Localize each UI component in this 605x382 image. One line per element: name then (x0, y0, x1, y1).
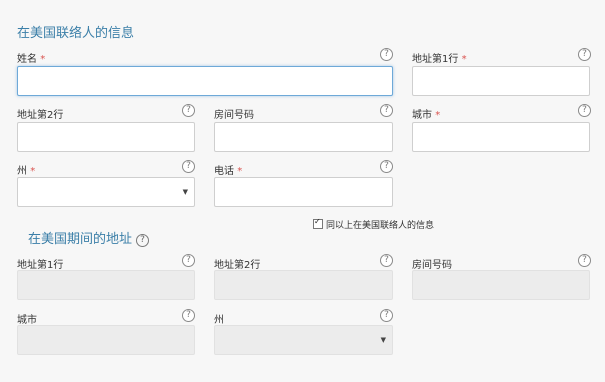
contact-city-input[interactable] (412, 122, 590, 152)
us-city-label: 城市 (17, 315, 37, 326)
contact-state-help-icon[interactable]: ? (182, 160, 195, 173)
us-addr2-input (214, 270, 393, 300)
required-mark: * (435, 110, 441, 121)
phone-input[interactable] (214, 177, 393, 207)
caret-down-icon: ▼ (182, 188, 188, 196)
us-addr2-help-icon[interactable]: ? (380, 254, 393, 267)
us-address-title-text: 在美国期间的地址 (28, 232, 133, 247)
us-state-help-icon[interactable]: ? (380, 309, 393, 322)
contact-room-input[interactable] (214, 122, 393, 152)
contact-room-label: 房间号码 (214, 110, 254, 121)
contact-addr2-label: 地址第2行 (17, 110, 64, 121)
required-mark: * (40, 54, 46, 65)
us-city-input (17, 325, 195, 355)
contact-addr2-help-icon[interactable]: ? (182, 104, 195, 117)
phone-label: 电话 * (214, 162, 242, 177)
contact-addr2-input[interactable] (17, 122, 195, 152)
contact-city-help-icon[interactable]: ? (578, 104, 591, 117)
contact-room-help-icon[interactable]: ? (380, 104, 393, 117)
us-city-help-icon[interactable]: ? (182, 309, 195, 322)
us-address-section-title: 在美国期间的地址? (28, 228, 150, 247)
name-help-icon[interactable]: ? (380, 48, 393, 61)
us-addr1-input (17, 270, 195, 300)
contact-section-title: 在美国联络人的信息 (17, 26, 135, 41)
same-as-contact-checkbox-row[interactable]: 同以上在美国联络人的信息 (313, 217, 435, 231)
checkmark-icon[interactable] (313, 217, 323, 229)
required-mark: * (237, 166, 243, 177)
contact-city-label: 城市 * (412, 106, 440, 121)
caret-down-icon: ▼ (380, 336, 386, 344)
required-mark: * (461, 54, 467, 65)
us-addr1-help-icon[interactable]: ? (182, 254, 195, 267)
us-room-help-icon[interactable]: ? (578, 254, 591, 267)
phone-label-text: 电话 (214, 166, 234, 177)
contact-addr1-label: 地址第1行 * (412, 50, 467, 65)
us-room-label: 房间号码 (412, 260, 452, 271)
us-addr1-label: 地址第1行 (17, 260, 64, 271)
contact-addr1-input[interactable] (412, 66, 590, 96)
us-room-input (412, 270, 590, 300)
required-mark: * (30, 166, 36, 177)
form-panel: 在美国联络人的信息 姓名 * ? 地址第1行 * ? 地址第2行 ? 房间号码 … (0, 0, 605, 382)
contact-addr1-label-text: 地址第1行 (412, 54, 459, 65)
name-input[interactable] (17, 66, 393, 96)
contact-state-select[interactable]: ▼ (17, 177, 195, 207)
name-label-text: 姓名 (17, 54, 37, 65)
same-as-contact-label: 同以上在美国联络人的信息 (326, 221, 435, 231)
us-addr2-label: 地址第2行 (214, 260, 261, 271)
us-state-select: ▼ (214, 325, 393, 355)
name-label: 姓名 * (17, 50, 45, 65)
contact-addr1-help-icon[interactable]: ? (578, 48, 591, 61)
contact-state-label-text: 州 (17, 166, 27, 177)
contact-city-label-text: 城市 (412, 110, 432, 121)
contact-state-label: 州 * (17, 162, 35, 177)
us-state-label: 州 (214, 315, 224, 326)
question-circle-icon[interactable]: ? (136, 234, 150, 247)
phone-help-icon[interactable]: ? (380, 160, 393, 173)
